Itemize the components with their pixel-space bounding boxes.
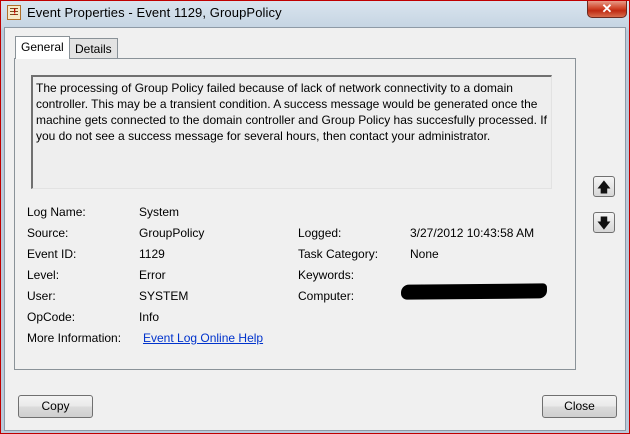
keywords-label: Keywords:	[298, 268, 355, 282]
event-id-label: Event ID:	[27, 247, 77, 261]
event-id-value: 1129	[139, 247, 165, 261]
tab-details[interactable]: Details	[69, 38, 118, 59]
window-frame: Event Properties - Event 1129, GroupPoli…	[0, 0, 630, 434]
log-name-value: System	[139, 205, 180, 219]
event-viewer-icon	[7, 5, 21, 20]
general-tab-panel: The processing of Group Policy failed be…	[14, 58, 576, 370]
next-event-button[interactable]: 🡇	[593, 212, 615, 233]
window-close-button[interactable]: ✕	[587, 1, 627, 18]
opcode-value: Info	[139, 310, 160, 324]
level-label: Level:	[27, 268, 60, 282]
more-information-label: More Information:	[27, 331, 122, 345]
source-label: Source:	[27, 226, 69, 240]
window-title: Event Properties - Event 1129, GroupPoli…	[27, 5, 282, 20]
event-description[interactable]: The processing of Group Policy failed be…	[31, 75, 552, 189]
opcode-label: OpCode:	[27, 310, 76, 324]
arrow-up-icon: 🡅	[596, 178, 612, 195]
arrow-down-icon: 🡇	[596, 214, 612, 231]
redacted-computer-name	[400, 283, 548, 300]
source-value: GroupPolicy	[139, 226, 205, 240]
dialog-client-area: General Details The processing of Group …	[4, 27, 626, 431]
task-category-label: Task Category:	[298, 247, 379, 261]
logged-value: 3/27/2012 10:43:58 AM	[410, 226, 535, 240]
tab-general[interactable]: General	[15, 36, 70, 59]
event-log-online-help-link[interactable]: Event Log Online Help	[143, 331, 263, 345]
copy-button[interactable]: Copy	[18, 395, 93, 418]
user-label: User:	[27, 289, 56, 303]
logged-label: Logged:	[298, 226, 342, 240]
log-name-label: Log Name:	[27, 205, 86, 219]
computer-label: Computer:	[298, 289, 355, 303]
user-value: SYSTEM	[139, 289, 189, 303]
close-button[interactable]: Close	[542, 395, 617, 418]
title-bar[interactable]: Event Properties - Event 1129, GroupPoli…	[1, 1, 629, 25]
task-category-value: None	[410, 247, 439, 261]
previous-event-button[interactable]: 🡅	[593, 176, 615, 197]
level-value: Error	[139, 268, 166, 282]
